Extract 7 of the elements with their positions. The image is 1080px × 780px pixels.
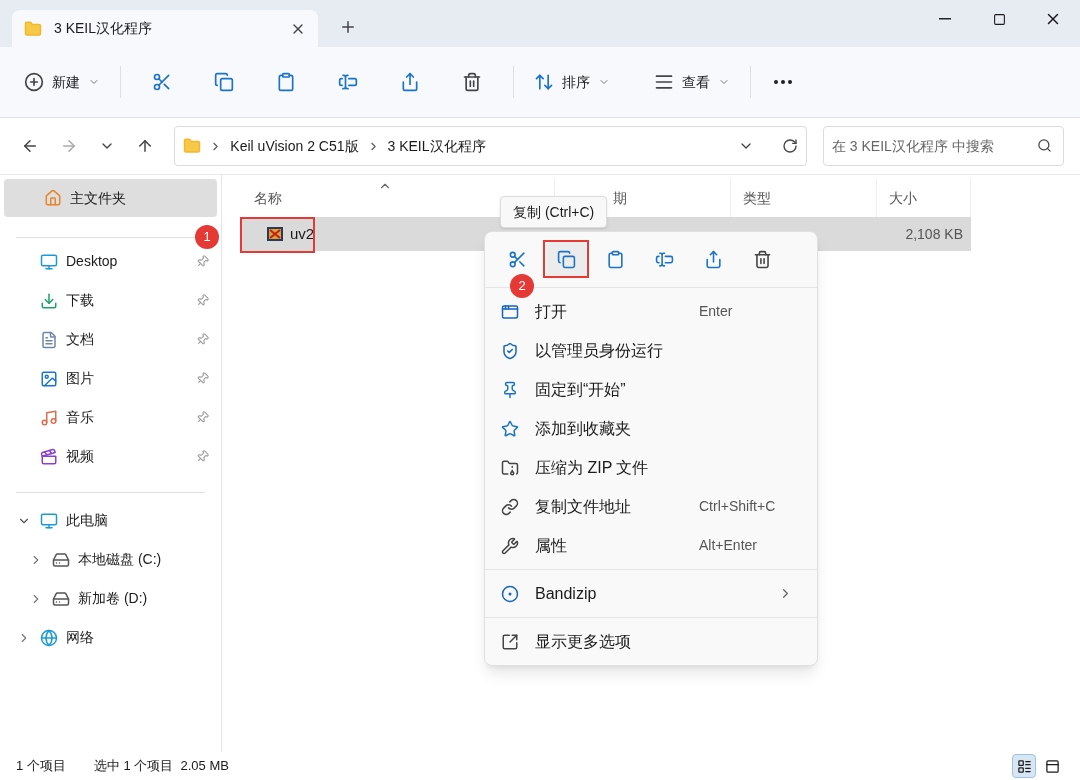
file-size: 2,108 KB [905,224,964,244]
file-name: uv2 [290,223,315,244]
callout-badge: 1 [195,225,219,249]
tab-title: 3 KEIL汉化程序 [54,19,154,38]
tooltip: 复制 (Ctrl+C) [500,196,608,228]
status-text: 选中 1 个项目 2.05 MB [93,757,229,776]
status-text: 1 个项目 [16,757,66,776]
